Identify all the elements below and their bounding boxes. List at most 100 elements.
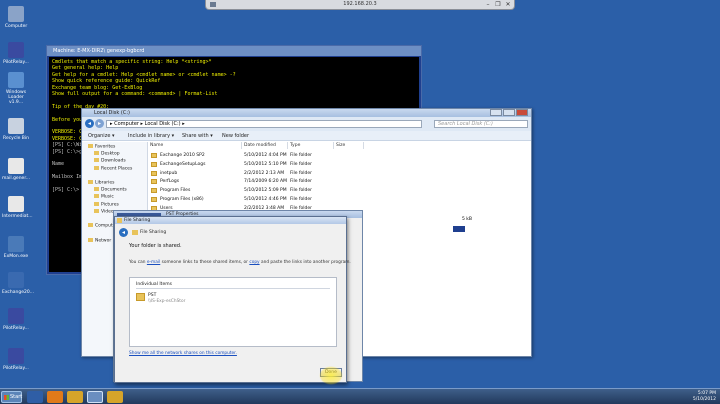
taskbar-app-icon[interactable] [27, 391, 43, 403]
start-label: Start [10, 394, 23, 400]
column-header[interactable]: Size [334, 142, 364, 149]
file-sharing-dialog[interactable]: File Sharing ◂ File Sharing Your folder … [114, 216, 351, 383]
nav-item[interactable]: Pictures [94, 201, 119, 208]
shared-item-path[interactable]: \\IS-Exp-esChStor [148, 299, 185, 304]
nav-item[interactable]: Networ [88, 237, 112, 244]
restore-button[interactable]: ❐ [494, 1, 502, 8]
nav-item-label: Music [101, 194, 114, 200]
selection-fragment [453, 226, 465, 232]
toolbar-button[interactable]: Organize ▾ [88, 133, 115, 139]
file-type: File folder [290, 170, 313, 176]
column-header[interactable]: Date modified [242, 142, 288, 149]
start-button[interactable]: Start [1, 391, 22, 403]
column-header[interactable]: Name [148, 142, 242, 149]
back-button[interactable]: ◂ [85, 119, 94, 128]
file-date: 5/10/2012 5:10 PM [244, 161, 287, 167]
file-name: Exchange 2010 SP2 [160, 153, 205, 158]
table-row[interactable]: Program Files (x86) 5/10/2012 4:46 PM File… [148, 196, 528, 203]
address-input[interactable]: ▸ Computer ▸ Local Disk (C:) ▸ [106, 120, 422, 128]
column-header[interactable]: Type [288, 142, 334, 149]
minimize-button[interactable]: – [484, 1, 492, 8]
nav-item-label: Favorites [95, 144, 116, 150]
taskbar-app-icon[interactable] [47, 391, 63, 403]
desktop-icon[interactable]: PilotRelay... [2, 308, 30, 331]
nav-item-label: Networ [95, 238, 112, 244]
toolbar-button[interactable]: Share with ▾ [182, 133, 213, 139]
taskbar-app-icon[interactable] [107, 391, 123, 403]
desktop-icon[interactable]: Intermediat... [2, 196, 33, 219]
taskbar-app-icon[interactable] [87, 391, 103, 403]
folder-icon [94, 158, 99, 163]
explorer-toolbar: Organize ▾ Include in library ▾ Share with… [82, 131, 531, 141]
rdp-title: 192.168.20.3 [343, 1, 377, 7]
folder-icon [88, 144, 93, 148]
folder-icon [151, 179, 157, 185]
nav-item[interactable]: Libraries [88, 180, 114, 186]
close-button[interactable]: ✕ [504, 1, 512, 8]
share-description: You can e-mail someone links to these sh… [129, 260, 351, 265]
nav-item[interactable]: Desktop [94, 151, 120, 157]
app-icon [8, 272, 24, 288]
nav-item-label: Pictures [101, 202, 119, 208]
folder-icon [136, 293, 145, 301]
desktop-icon[interactable]: Exchange20... [2, 272, 34, 295]
desktop-icon-label: PilotRelay... [3, 60, 29, 65]
desktop-icon[interactable]: Recycle Bin [2, 118, 30, 141]
desktop-icon[interactable]: ExMon.exe [2, 236, 30, 259]
copy-link[interactable]: copy [249, 260, 259, 265]
share-icon [132, 230, 138, 235]
dialog-title: File Sharing [124, 218, 151, 223]
clock[interactable]: 5:07 PM 5/10/2012 [693, 391, 716, 402]
minimize-button[interactable] [490, 109, 502, 116]
shared-item-name[interactable]: PST [148, 293, 156, 298]
table-row[interactable]: ExchangeSetupLogs 5/10/2012 5:10 PM File f… [148, 161, 528, 168]
file-name: Program Files [160, 188, 191, 194]
taskbar-app-icon[interactable] [67, 391, 83, 403]
forward-button[interactable]: ▸ [95, 119, 104, 128]
app-icon [8, 42, 24, 58]
table-row[interactable]: Exchange 2010 SP2 5/10/2012 4:04 PM File f… [148, 152, 528, 159]
table-row[interactable]: inetpub 2/2/2012 2:13 AM File folder [148, 170, 528, 177]
window-controls [489, 109, 529, 116]
app-icon [8, 236, 24, 252]
desktop-icon[interactable]: mail.gener... [2, 158, 30, 181]
show-all-shares-link[interactable]: Show me all the network shares on this c… [129, 351, 237, 356]
folder-icon [94, 194, 99, 199]
desktop-icon-label: Windows Loader v1.9... [5, 90, 27, 105]
nav-item-label: Desktop [101, 151, 120, 157]
nav-item[interactable]: Music [94, 194, 114, 200]
nav-item[interactable]: Downloads [94, 158, 126, 164]
toolbar-button[interactable]: Include in library ▾ [128, 133, 174, 139]
nav-item[interactable]: Recent Places [94, 165, 132, 171]
nav-item[interactable]: Favorites [88, 144, 115, 150]
taskbar: Start 5:07 PM 5/10/2012 [0, 388, 720, 404]
desktop-icon[interactable]: PilotRelay... [2, 348, 30, 371]
desc-text: You can [129, 260, 147, 265]
search-input[interactable]: Search Local Disk (C:) [434, 120, 528, 128]
close-button[interactable] [516, 109, 528, 116]
shared-items-list: Individual Items PST \\IS-Exp-esChStor [129, 277, 337, 347]
back-button[interactable]: ◂ [119, 228, 128, 237]
desc-text: and paste the links into another program… [259, 260, 351, 265]
desktop-icon-label: Intermediat... [2, 214, 33, 219]
table-row[interactable]: Program Files 5/10/2012 5:09 PM File folde… [148, 187, 528, 194]
file-type: File folder [290, 197, 313, 202]
nav-item[interactable]: Comput [88, 223, 113, 229]
file-name: inetpub [160, 170, 178, 176]
file-name: PerfLogs [160, 179, 180, 185]
nav-item[interactable]: Documents [94, 187, 127, 193]
desktop-icon[interactable]: PilotRelay... [2, 42, 30, 65]
divider [136, 288, 330, 289]
file-type: File folder [290, 179, 313, 185]
toolbar-button[interactable]: New folder [222, 133, 249, 139]
file-date: 2/2/2012 2:13 AM [244, 170, 285, 176]
nav-item-label: Comput [95, 223, 113, 229]
maximize-button[interactable] [503, 109, 515, 116]
dialog-header: ◂ File Sharing [115, 225, 346, 239]
email-link[interactable]: e-mail [147, 260, 160, 265]
desktop-icon[interactable]: Computer [2, 6, 30, 29]
table-row[interactable]: PerfLogs 7/14/2009 6:20 AM File folder [148, 178, 528, 185]
size-fragment: 5 kB [462, 217, 472, 222]
app-icon [8, 348, 24, 364]
desktop-icon[interactable]: Windows Loader v1.9... [2, 72, 30, 105]
